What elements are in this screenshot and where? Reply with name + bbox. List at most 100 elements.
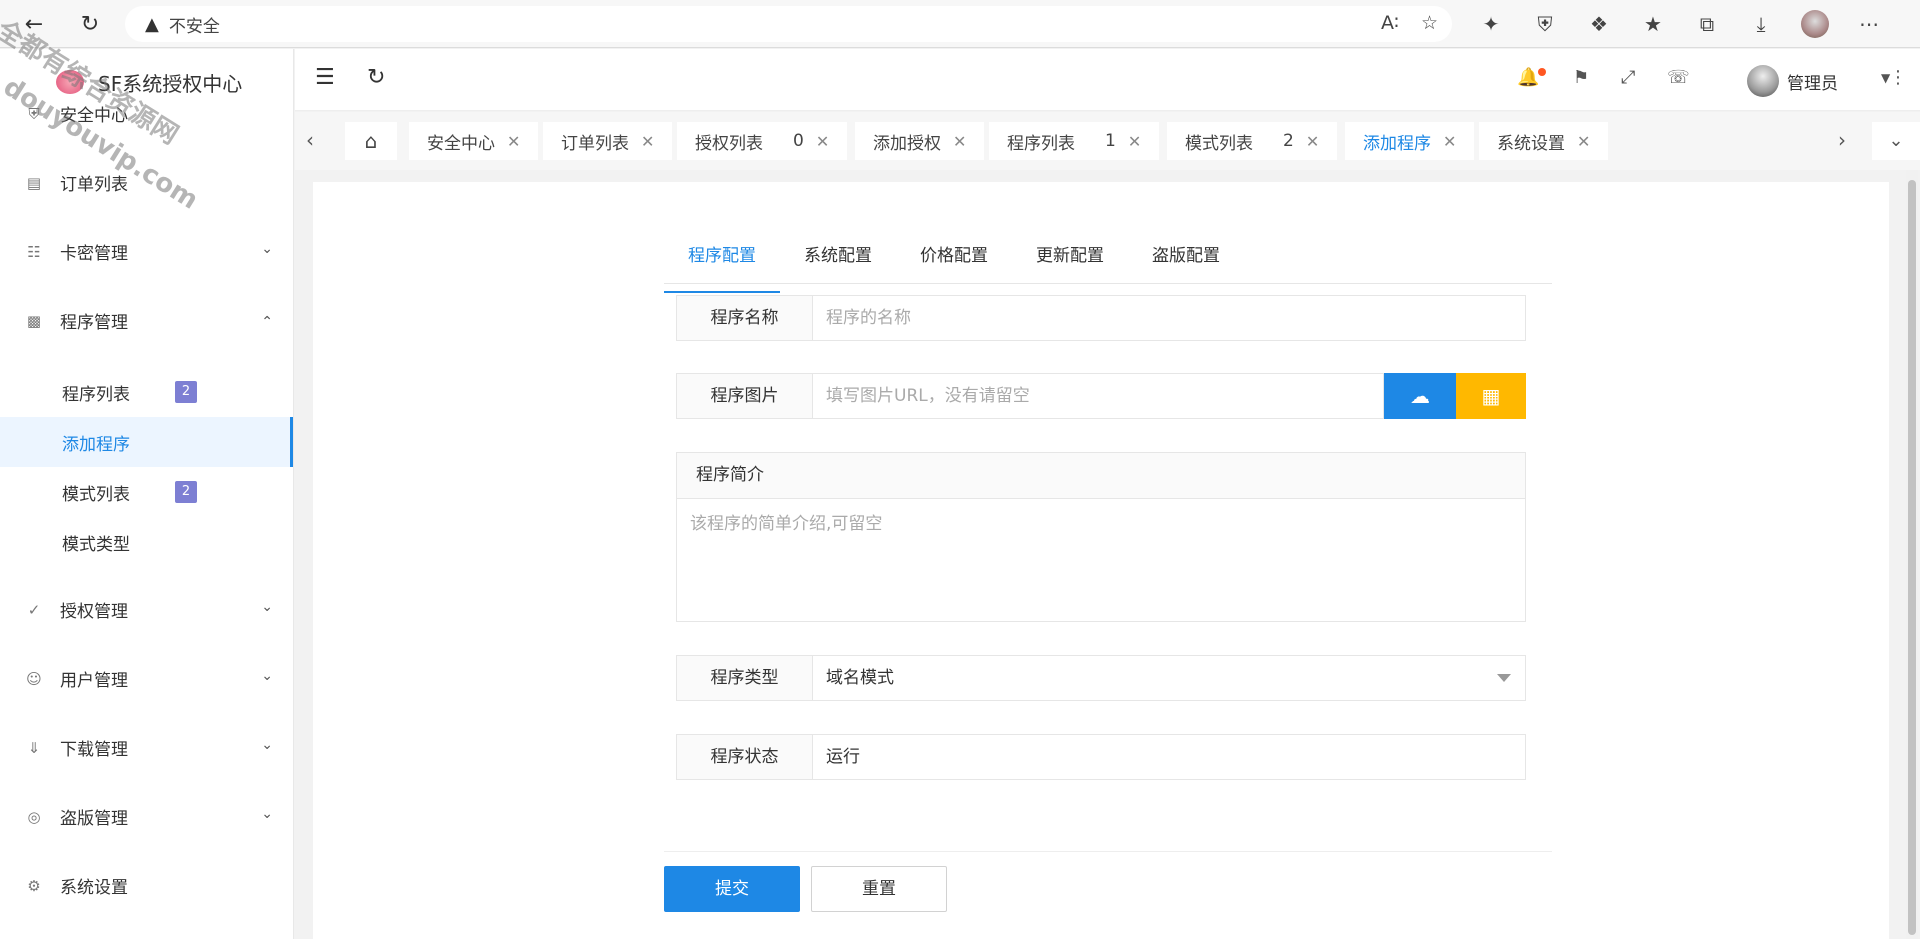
tab-auth-list[interactable]: 授权列表 0 ✕ (677, 122, 848, 160)
tab-add-auth[interactable]: 添加授权 ✕ (855, 122, 985, 160)
program-image-input[interactable]: 填写图片URL，没有请留空 (813, 373, 1384, 419)
extension-icon[interactable]: ✦ (1470, 6, 1512, 42)
tab-home[interactable]: ⌂ (345, 122, 397, 160)
tab-mode-list[interactable]: 模式列表 2 ✕ (1167, 122, 1338, 160)
tab-label: 程序列表 (1007, 133, 1075, 154)
apps-icon: ▩ (26, 311, 42, 330)
submit-button[interactable]: 提交 (664, 866, 800, 912)
sidebar-item-users[interactable]: ☺ 用户管理 ⌄ (0, 644, 293, 713)
address-bar[interactable]: ▲ 不安全 A∶ ☆ (125, 6, 1452, 42)
sidebar-subitem-add-program[interactable]: 添加程序 (0, 417, 293, 467)
refresh-icon[interactable]: ↻ (68, 4, 112, 44)
chevron-up-icon: ⌃ (261, 314, 273, 330)
scrollbar[interactable] (1906, 170, 1918, 939)
tab-menu-button[interactable]: ⌄ (1872, 122, 1920, 160)
chevron-left-icon[interactable]: ‹ (295, 128, 325, 152)
profile-avatar[interactable] (1794, 6, 1836, 42)
close-icon[interactable]: ✕ (816, 132, 829, 151)
close-icon[interactable]: ✕ (1443, 132, 1456, 151)
kebab-menu-icon[interactable]: ⋮ (1889, 67, 1907, 88)
favorites-icon[interactable]: ★ (1632, 6, 1674, 42)
sidebar-item-label: 盗版管理 (60, 809, 128, 829)
tab-security[interactable]: 安全中心 ✕ (409, 122, 539, 160)
tab-count: 1 (1105, 131, 1116, 151)
form-tab-price[interactable]: 价格配置 (896, 238, 1012, 283)
shield-icon[interactable]: ⛨ (1524, 6, 1566, 42)
sidebar-item-downloads[interactable]: ⇓ 下载管理 ⌄ (0, 713, 293, 782)
tab-add-program[interactable]: 添加程序 ✕ (1345, 122, 1475, 160)
tab-orders[interactable]: 订单列表 ✕ (543, 122, 673, 160)
form-tab-update[interactable]: 更新配置 (1012, 238, 1128, 283)
sidebar-subitem-program-list[interactable]: 程序列表 2 (0, 367, 293, 417)
program-name-input[interactable]: 程序的名称 (813, 295, 1526, 341)
download-icon[interactable]: ⤓ (1740, 6, 1782, 42)
collections-icon[interactable]: ⧉ (1686, 6, 1728, 42)
document-icon: ▤ (26, 173, 42, 192)
browser-toolbar: ← ↻ ▲ 不安全 A∶ ☆ ✦ ⛨ ❖ ★ ⧉ ⤓ ⋯ (0, 0, 1920, 48)
home-icon: ⌂ (364, 129, 378, 153)
tag-icon[interactable]: ⚑ (1573, 67, 1589, 88)
tab-program-list[interactable]: 程序列表 1 ✕ (989, 122, 1160, 160)
bell-icon[interactable]: 🔔 (1517, 67, 1539, 88)
favorite-add-icon[interactable]: ☆ (1421, 12, 1438, 34)
sidebar-item-auth[interactable]: ✓ 授权管理 ⌄ (0, 575, 293, 644)
sidebar-subitem-label: 添加程序 (62, 434, 130, 455)
warning-icon: ▲ (145, 13, 159, 35)
cloud-upload-icon: ☁ (1410, 384, 1430, 408)
chevron-down-icon: ⌄ (261, 737, 273, 753)
tab-label: 安全中心 (427, 133, 495, 154)
notification-dot (1538, 68, 1546, 76)
form-divider (664, 851, 1552, 852)
avatar[interactable] (1747, 65, 1779, 97)
sidebar-item-piracy[interactable]: ◎ 盗版管理 ⌄ (0, 782, 293, 851)
reset-button[interactable]: 重置 (811, 866, 947, 912)
sidebar-subitem-mode-list[interactable]: 模式列表 2 (0, 467, 293, 517)
program-type-select[interactable]: 域名模式 (813, 655, 1526, 701)
fullscreen-icon[interactable]: ⤢ (1621, 67, 1635, 88)
menu-collapse-icon[interactable]: ☰ (315, 65, 335, 90)
form-tab-system[interactable]: 系统配置 (780, 238, 896, 283)
tab-label: 授权列表 (695, 133, 763, 154)
lock-icon[interactable]: ☏ (1667, 67, 1690, 88)
program-intro-textarea[interactable]: 该程序的简单介绍,可留空 (677, 499, 1525, 544)
user-name[interactable]: 管理员 (1787, 69, 1838, 94)
chevron-right-icon[interactable]: › (1827, 128, 1857, 152)
tab-count: 2 (1283, 131, 1294, 151)
sidebar-item-programs[interactable]: ▩ 程序管理 ⌃ (0, 286, 293, 355)
program-type-label: 程序类型 (676, 655, 813, 701)
program-status-input[interactable]: 运行 (813, 734, 1526, 780)
sidebar-item-settings[interactable]: ⚙ 系统设置 (0, 851, 293, 920)
sidebar-item-cards[interactable]: ☷ 卡密管理 ⌄ (0, 217, 293, 286)
close-icon[interactable]: ✕ (953, 132, 966, 151)
close-icon[interactable]: ✕ (1306, 132, 1319, 151)
close-icon[interactable]: ✕ (1577, 132, 1590, 151)
tab-label: 模式列表 (1185, 133, 1253, 154)
form-tab-piracy[interactable]: 盗版配置 (1128, 238, 1244, 283)
tab-count: 0 (793, 131, 804, 151)
read-aloud-icon[interactable]: A∶ (1381, 12, 1399, 34)
close-icon[interactable]: ✕ (1128, 132, 1141, 151)
scrollbar-thumb[interactable] (1908, 180, 1916, 935)
image-button[interactable]: ▦ (1456, 373, 1526, 419)
tab-label: 添加授权 (873, 133, 941, 154)
sidebar-subitem-label: 模式列表 (62, 484, 130, 505)
user-icon: ☺ (26, 669, 42, 688)
program-intro-block: 程序简介 该程序的简单介绍,可留空 (676, 452, 1526, 622)
tab-settings[interactable]: 系统设置 ✕ (1479, 122, 1609, 160)
upload-button[interactable]: ☁ (1384, 373, 1456, 419)
sidebar-subitem-label: 程序列表 (62, 384, 130, 405)
more-icon[interactable]: ⋯ (1848, 6, 1890, 42)
close-icon[interactable]: ✕ (641, 132, 654, 151)
program-intro-label: 程序简介 (677, 453, 1525, 499)
refresh-page-icon[interactable]: ↻ (367, 65, 385, 90)
sidebar-item-label: 系统设置 (60, 878, 128, 898)
program-image-row: 程序图片 填写图片URL，没有请留空 ☁ ▦ (676, 373, 1526, 419)
puzzle-icon[interactable]: ❖ (1578, 6, 1620, 42)
tab-label: 添加程序 (1363, 133, 1431, 154)
form-tab-program[interactable]: 程序配置 (664, 238, 780, 293)
sidebar-subitem-mode-types[interactable]: 模式类型 (0, 517, 293, 567)
program-image-label: 程序图片 (676, 373, 813, 419)
program-status-label: 程序状态 (676, 734, 813, 780)
tab-label: 系统设置 (1497, 133, 1565, 154)
close-icon[interactable]: ✕ (507, 132, 520, 151)
